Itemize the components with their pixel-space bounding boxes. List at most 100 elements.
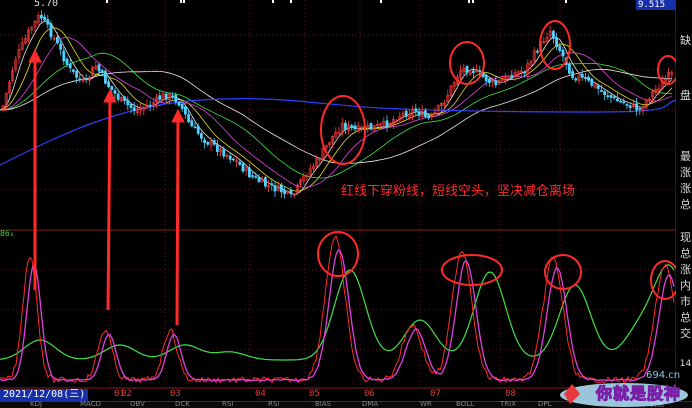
tab-boll[interactable]: BOLL	[456, 401, 474, 408]
stock-chart-window: 5.70 9.515 缺 盘 最 涨 涨 总 现 总 涨 内 市 总 交 14 …	[0, 0, 692, 408]
candle-body	[487, 78, 491, 83]
ma-line-120	[0, 98, 677, 166]
tab-wr[interactable]: WR	[420, 401, 432, 408]
candle-body	[414, 108, 418, 112]
candle-body	[423, 110, 427, 117]
candle-body	[625, 104, 629, 106]
candle-body	[113, 90, 117, 94]
tab-kdj[interactable]: KDJ	[30, 401, 42, 408]
candle-body	[129, 104, 133, 108]
rp-char-0: 缺	[680, 34, 691, 47]
candle-body	[523, 71, 527, 74]
highlight-circles	[317, 20, 680, 300]
tab-dpl[interactable]: DPL	[538, 401, 552, 408]
rp-char-4: 涨	[680, 182, 691, 195]
candle-body	[574, 78, 578, 81]
candle-body	[164, 93, 168, 100]
candle-body	[107, 81, 111, 88]
tab-macd[interactable]: MACD	[80, 401, 101, 408]
candle-body	[551, 30, 555, 39]
candle-body	[609, 95, 613, 98]
month-label-02: 02	[121, 389, 132, 399]
candle-body	[289, 190, 293, 195]
candle-body	[97, 64, 101, 72]
candle-body	[241, 163, 245, 172]
candle-body	[279, 184, 283, 193]
month-label-03: 03	[170, 389, 181, 399]
candle-body	[59, 43, 63, 50]
candle-body	[184, 106, 187, 115]
candle-body	[200, 133, 203, 139]
candle-body	[404, 110, 408, 117]
rp-char-9: 内	[680, 279, 691, 292]
candle-body	[478, 70, 482, 73]
candle-body	[196, 125, 200, 134]
candle-body	[203, 139, 207, 143]
candle-body	[599, 90, 603, 92]
candle-body	[84, 78, 88, 80]
candle-body	[206, 142, 210, 145]
candle-body	[187, 113, 191, 123]
tab-rsi[interactable]: RSI	[222, 401, 233, 408]
tab-dck[interactable]: DCK	[175, 401, 190, 408]
candle-body	[583, 77, 587, 79]
rp-char-2: 最	[680, 150, 691, 163]
rp-char-11: 总	[680, 311, 691, 324]
candle-body	[619, 100, 623, 103]
candle-body	[615, 98, 619, 102]
candle-body	[465, 66, 469, 73]
watermark-text: 你就是股神	[595, 384, 682, 404]
rp-char-1: 盘	[680, 89, 691, 102]
tab-rsi-2[interactable]: RSI	[268, 401, 279, 408]
rp-char-13: 14	[679, 359, 692, 369]
candle-body	[494, 80, 498, 86]
candle-body	[353, 125, 357, 130]
tab-bias[interactable]: BIAS	[315, 401, 331, 408]
candle-body	[158, 95, 162, 101]
candle-body	[561, 49, 565, 57]
candle-body	[606, 95, 610, 97]
rp-char-10: 市	[680, 295, 691, 308]
tab-dma[interactable]: DMA	[362, 401, 378, 408]
candle-body	[567, 63, 571, 74]
candle-body	[427, 115, 431, 119]
moving-averages	[0, 20, 677, 195]
candle-body	[350, 125, 354, 128]
tab-obv[interactable]: OBV	[130, 401, 145, 408]
top-ticks	[106, 0, 567, 3]
ma-line-5	[0, 20, 673, 195]
candle-body	[116, 93, 120, 100]
candle-body	[587, 76, 591, 81]
tab-trix[interactable]: TRIX	[500, 401, 516, 408]
candle-body	[62, 50, 66, 62]
candle-body	[65, 58, 69, 65]
month-label-06: 06	[364, 389, 375, 399]
candle-body	[555, 37, 559, 47]
month-label-05: 05	[309, 389, 320, 399]
candle-body	[603, 91, 607, 96]
chart-canvas[interactable]	[0, 0, 692, 408]
rp-char-7: 总	[680, 247, 691, 260]
candle-body	[75, 70, 79, 78]
candle-body	[216, 144, 219, 152]
candle-body	[622, 101, 626, 104]
candle-body	[263, 177, 267, 187]
candle-body	[257, 177, 261, 182]
candle-body	[78, 78, 82, 81]
candle-body	[571, 71, 575, 78]
rp-char-3: 涨	[680, 166, 691, 179]
rp-char-6: 现	[680, 231, 691, 244]
candle-body	[171, 95, 175, 98]
candle-body	[193, 126, 197, 129]
candle-body	[635, 103, 639, 111]
candle-body	[174, 94, 178, 103]
candle-body	[132, 107, 136, 112]
candle-body	[251, 175, 255, 177]
candle-body	[471, 70, 475, 73]
candle-body	[123, 96, 127, 101]
indicator-value: 86↓	[0, 229, 15, 238]
candle-body	[248, 167, 251, 178]
candle-body	[510, 75, 514, 79]
candle-body	[558, 45, 562, 51]
candle-body	[484, 75, 488, 82]
